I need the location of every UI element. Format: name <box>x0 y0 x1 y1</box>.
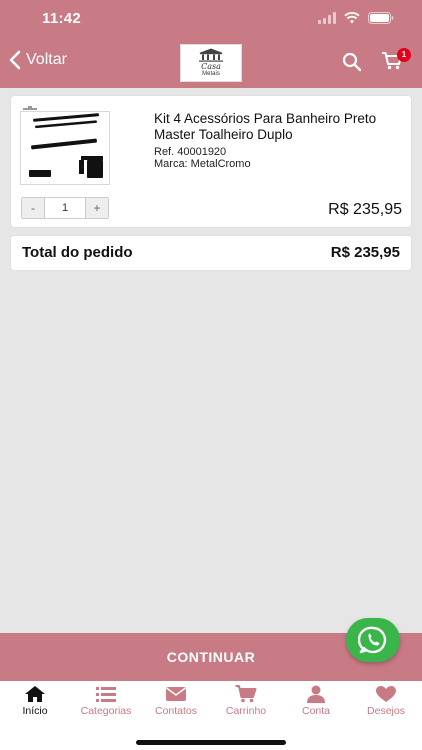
back-button[interactable]: Voltar <box>8 50 67 70</box>
search-button[interactable] <box>342 52 362 77</box>
signal-icon <box>318 12 336 24</box>
tab-label: Início <box>22 705 48 717</box>
tab-categorias[interactable]: Categorias <box>71 685 141 717</box>
logo-subtext: Metais <box>202 71 220 77</box>
product-price: R$ 235,95 <box>328 201 402 218</box>
status-bar: 11:42 <box>0 0 422 40</box>
whatsapp-button[interactable] <box>346 618 400 662</box>
list-icon <box>96 687 116 702</box>
temple-icon <box>199 48 223 62</box>
tab-contatos[interactable]: Contatos <box>141 685 211 717</box>
tab-carrinho[interactable]: Carrinho <box>211 685 281 717</box>
order-total-card: Total do pedido R$ 235,95 <box>11 236 411 270</box>
quantity-stepper: - 1 + <box>21 197 109 219</box>
status-icons <box>318 12 394 24</box>
order-total-label: Total do pedido <box>22 244 133 261</box>
chevron-left-icon <box>9 50 21 70</box>
decrease-quantity-button[interactable]: - <box>22 198 44 218</box>
back-label: Voltar <box>26 51 67 68</box>
tab-label: Desejos <box>367 705 405 717</box>
order-total-value: R$ 235,95 <box>330 244 400 261</box>
tab-desejos[interactable]: Desejos <box>351 685 421 717</box>
cart-count-badge: 1 <box>397 48 411 62</box>
user-icon <box>307 685 325 703</box>
battery-icon <box>368 12 394 24</box>
home-indicator <box>136 740 286 745</box>
product-image[interactable] <box>20 111 110 185</box>
increase-quantity-button[interactable]: + <box>86 198 108 218</box>
search-icon <box>342 52 362 72</box>
status-time: 11:42 <box>42 10 82 27</box>
mail-icon <box>166 687 186 701</box>
tab-label: Carrinho <box>225 705 267 717</box>
product-photo <box>29 113 103 178</box>
logo-text: Casa <box>201 62 221 71</box>
product-brand: Marca: MetalCromo <box>154 158 251 170</box>
tab-conta[interactable]: Conta <box>281 685 351 717</box>
cart-item-card: Kit 4 Acessórios Para Banheiro Preto Mas… <box>11 96 411 227</box>
quantity-value[interactable]: 1 <box>44 198 86 218</box>
cart-icon <box>235 685 257 703</box>
heart-icon <box>376 686 396 702</box>
tab-label: Contatos <box>154 705 198 717</box>
product-title[interactable]: Kit 4 Acessórios Para Banheiro Preto Mas… <box>154 111 406 143</box>
whatsapp-icon <box>358 626 387 654</box>
store-logo: Casa Metais <box>180 44 242 82</box>
nav-bar: Voltar Casa Metais 1 <box>0 40 422 88</box>
tab-label: Categorias <box>80 705 132 717</box>
wifi-icon <box>344 12 360 24</box>
tab-inicio[interactable]: Início <box>0 685 70 717</box>
home-icon <box>25 686 45 702</box>
tab-label: Conta <box>301 705 331 717</box>
